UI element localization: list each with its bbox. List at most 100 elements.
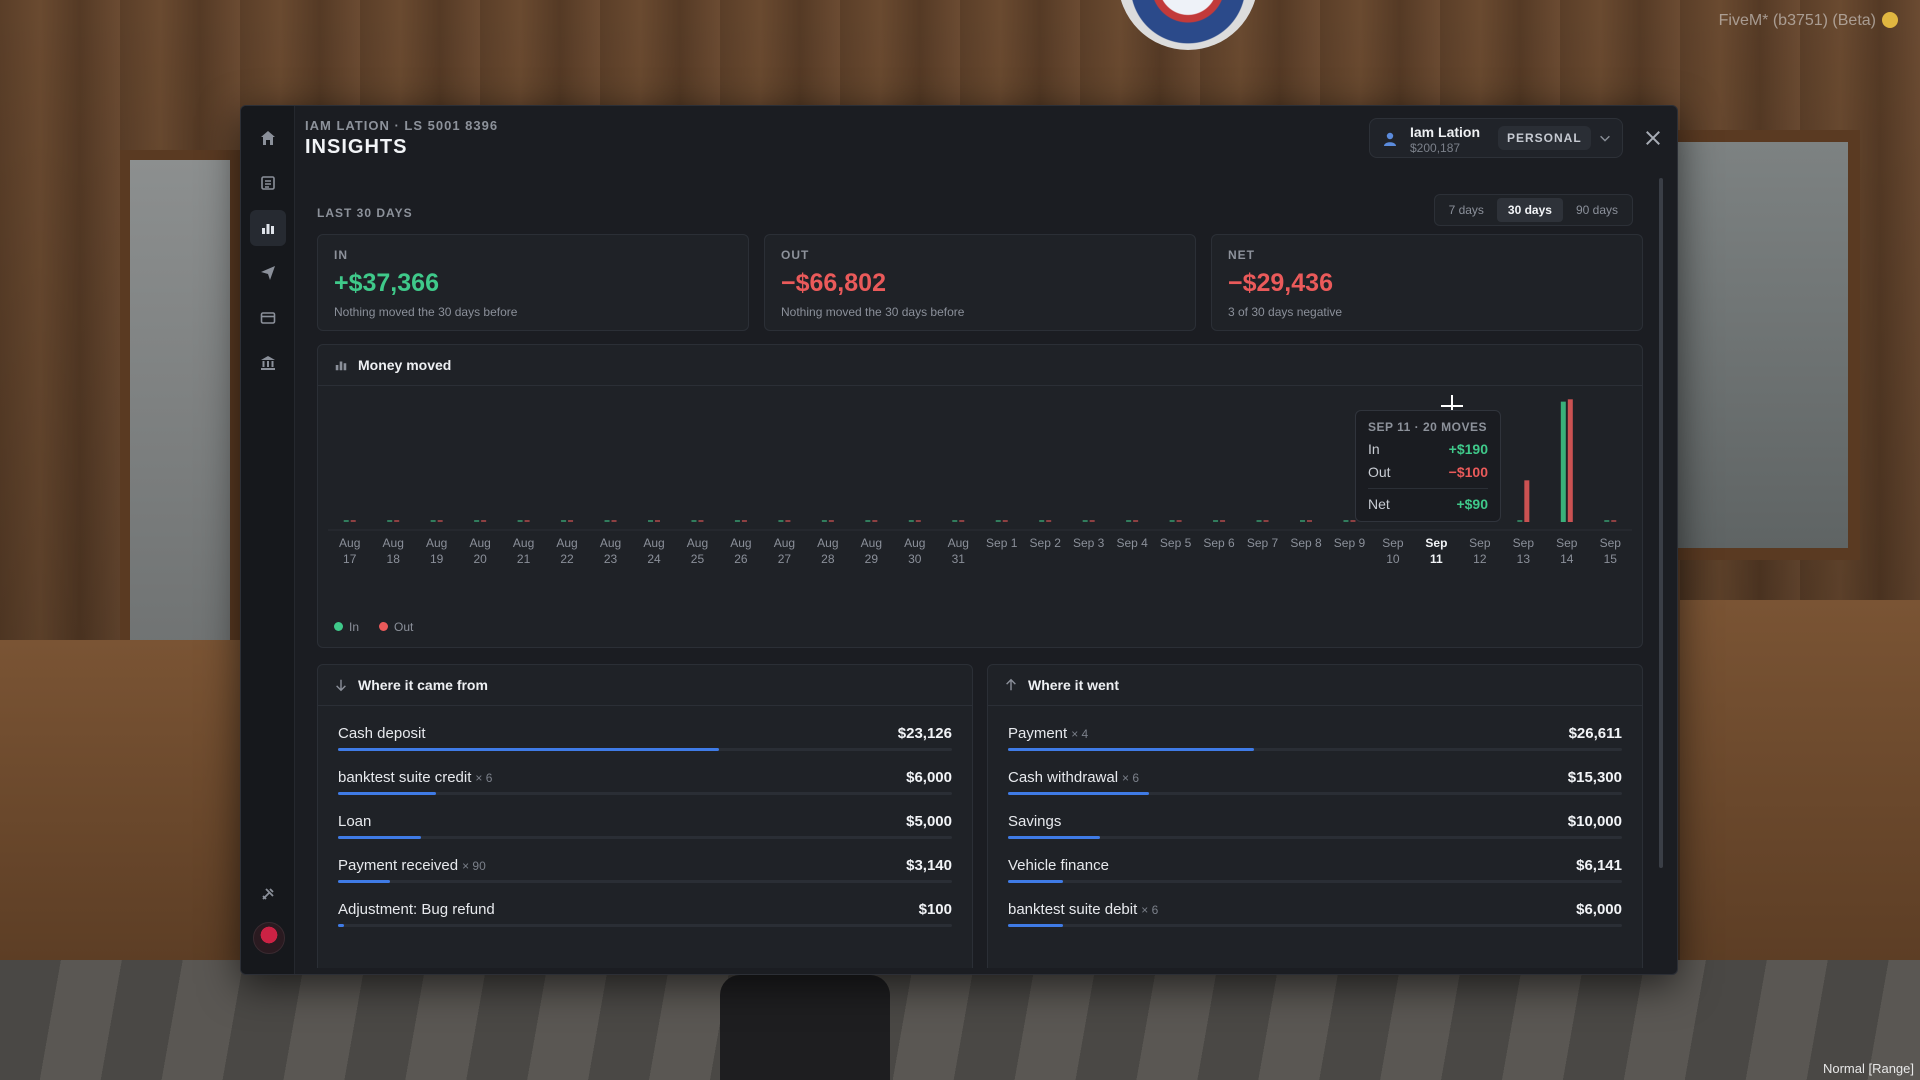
money-moved-card: Money moved Aug 17 Aug 18 Aug 19 Aug 20 Aug 21 Aug… [317,344,1643,648]
bar-out[interactable] [1567,399,1573,522]
list-item[interactable]: Loan $5,000 [338,802,952,846]
bar-out[interactable] [1611,520,1617,522]
bar-out[interactable] [1133,520,1139,522]
bar-in[interactable] [952,520,958,522]
x-tick-label: 20 [473,552,487,566]
nav-cards[interactable] [250,300,286,336]
bar-in[interactable] [1126,520,1132,522]
x-tick-label: Aug [600,536,621,550]
nav-bank[interactable] [250,345,286,381]
bar-in[interactable] [561,520,567,522]
bar-out[interactable] [1046,520,1052,522]
list-item[interactable]: Cash withdrawal × 6 $15,300 [1008,758,1622,802]
nav-home[interactable] [250,120,286,156]
x-tick-label: Sep 1 [986,536,1018,550]
bar-in[interactable] [1256,520,1262,522]
stat-value: −$29,436 [1228,269,1333,297]
list-item[interactable]: Payment × 4 $26,611 [1008,714,1622,758]
nav-insights[interactable] [250,210,286,246]
bar-in[interactable] [778,520,784,522]
item-amount: $6,141 [1576,857,1622,874]
stat-note: Nothing moved the 30 days before [334,305,518,319]
x-tick-label: 28 [821,552,835,566]
bar-in[interactable] [1039,520,1045,522]
bar-in[interactable] [691,520,697,522]
bar-out[interactable] [741,520,747,522]
bar-out[interactable] [394,520,400,522]
bar-out[interactable] [1089,520,1095,522]
list-item[interactable]: Payment received × 90 $3,140 [338,846,952,890]
x-tick-label: Aug [904,536,925,550]
bar-in[interactable] [648,520,653,522]
avatar[interactable] [253,922,285,954]
bar-out[interactable] [1220,520,1226,522]
bar-in[interactable] [995,520,1001,522]
bar-in[interactable] [821,520,827,522]
bar-out[interactable] [611,520,617,522]
nav-transfer[interactable] [250,255,286,291]
bar-in[interactable] [734,520,740,522]
bar-in[interactable] [1213,520,1219,522]
bar-out[interactable] [915,520,921,522]
x-tick-label: Sep 6 [1203,536,1235,550]
list-item[interactable]: banktest suite debit × 6 $6,000 [1008,890,1622,934]
list-item[interactable]: Savings $10,000 [1008,802,1622,846]
item-name: banktest suite debit × 6 [1008,901,1158,918]
bar-in[interactable] [343,520,349,522]
bar-out[interactable] [872,520,878,522]
bar-out[interactable] [350,520,356,522]
bar-in[interactable] [1517,520,1523,522]
bar-in[interactable] [474,520,480,522]
item-amount: $3,140 [906,857,952,874]
tab-90-days[interactable]: 90 days [1565,198,1629,222]
bar-out[interactable] [1176,520,1182,522]
item-label: Loan [338,813,372,830]
bar-out[interactable] [481,520,487,522]
bar-in[interactable] [1082,520,1088,522]
bar-out[interactable] [1350,520,1356,522]
item-count: × 6 [475,771,493,785]
bar-in[interactable] [1560,401,1566,522]
bar-out[interactable] [698,520,704,522]
bar-in[interactable] [1169,520,1175,522]
bar-in[interactable] [387,520,393,522]
close-icon[interactable] [1643,128,1663,148]
bar-out[interactable] [524,520,530,522]
bar-out[interactable] [1524,480,1530,522]
bar-out[interactable] [655,520,660,522]
x-tick-label: Aug [513,536,534,550]
legend-out: Out [379,620,413,634]
bar-in[interactable] [517,520,523,522]
bar-in[interactable] [430,520,436,522]
bar-in[interactable] [865,520,871,522]
list-item[interactable]: banktest suite credit × 6 $6,000 [338,758,952,802]
bar-out[interactable] [568,520,574,522]
bar-in[interactable] [604,520,610,522]
bar-in[interactable] [1604,520,1610,522]
list-item[interactable]: Vehicle finance $6,141 [1008,846,1622,890]
bar-out[interactable] [959,520,965,522]
item-amount: $15,300 [1567,769,1622,786]
came-from-list: Cash deposit $23,126 banktest suite credit… [318,706,972,934]
bar-out[interactable] [1307,520,1312,522]
x-tick-label: 27 [778,552,792,566]
nav-transactions[interactable] [250,165,286,201]
tab-30-days[interactable]: 30 days [1496,198,1563,222]
bar-in[interactable] [908,520,914,522]
bar-out[interactable] [785,520,791,522]
item-name: Vehicle finance [1008,857,1113,874]
bar-out[interactable] [828,520,834,522]
stat-label: NET [1228,248,1255,262]
account-switcher[interactable]: Iam Lation $200,187 PERSONAL [1369,118,1623,158]
tab-7-days[interactable]: 7 days [1438,198,1495,222]
bar-in[interactable] [1343,520,1349,522]
bar-in[interactable] [1300,520,1305,522]
list-item[interactable]: Adjustment: Bug refund $100 [338,890,952,934]
x-tick-label: Aug [730,536,751,550]
bar-out[interactable] [1263,520,1269,522]
bar-out[interactable] [437,520,443,522]
bar-chart-icon [262,224,274,234]
nav-tools[interactable] [250,876,286,912]
bar-out[interactable] [1002,520,1008,522]
list-item[interactable]: Cash deposit $23,126 [338,714,952,758]
